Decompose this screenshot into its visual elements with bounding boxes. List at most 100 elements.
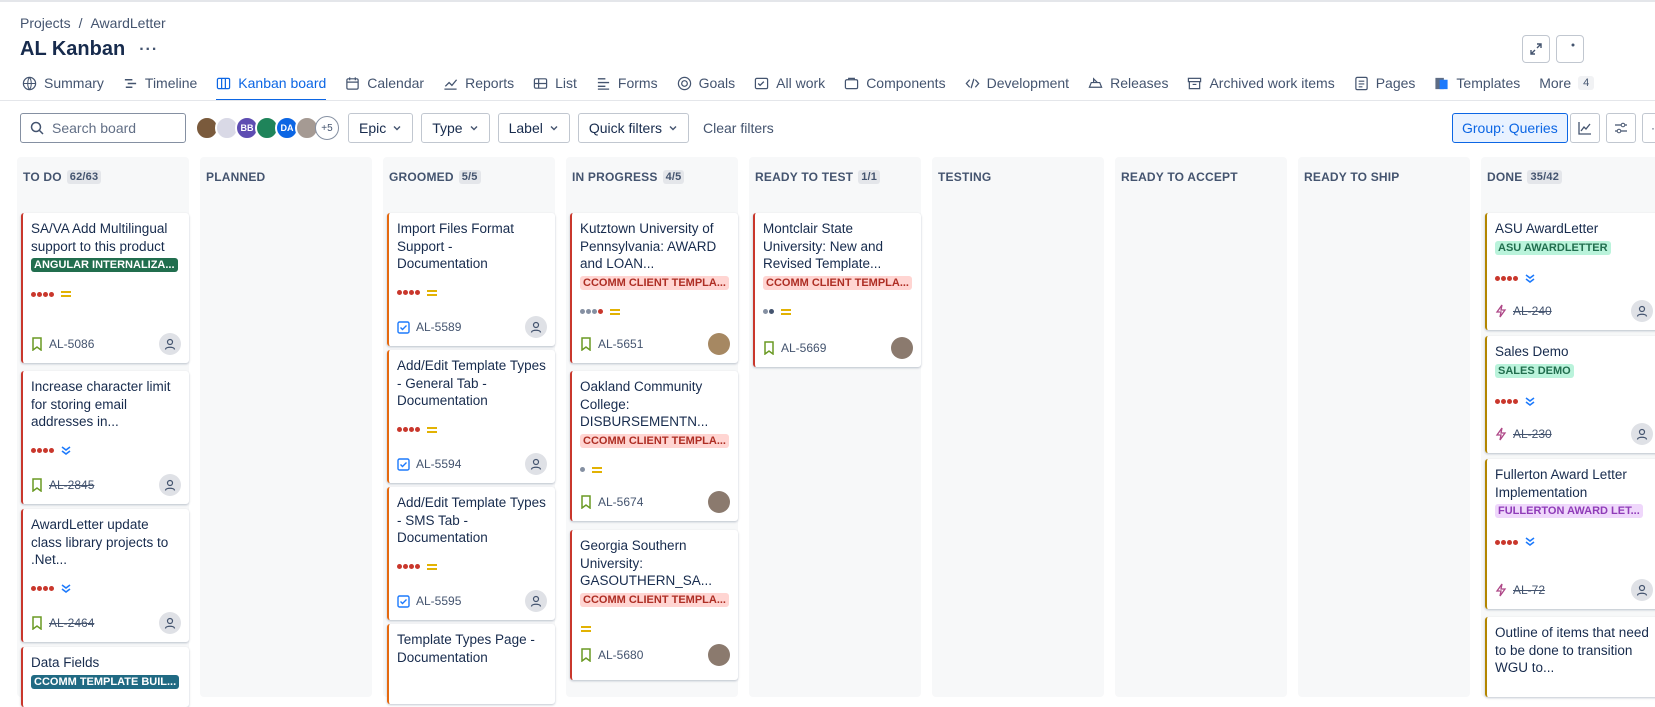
unassigned-avatar[interactable]	[525, 316, 547, 338]
card-title: Template Types Page - Documentation	[397, 632, 535, 665]
tab-components[interactable]: Components	[844, 70, 946, 96]
issue-key[interactable]: AL-5589	[416, 320, 519, 334]
unassigned-avatar[interactable]	[159, 612, 181, 634]
work-item-card[interactable]: Montclair State University: New and Revi…	[753, 213, 921, 367]
more-actions-button[interactable]: ···	[139, 41, 158, 59]
board-more-button[interactable]: ···	[1642, 113, 1655, 143]
insights-button[interactable]	[1570, 113, 1600, 143]
issue-key[interactable]: AL-240	[1513, 304, 1625, 318]
priority-medium-icon	[61, 291, 71, 297]
issue-key[interactable]: AL-5680	[598, 648, 702, 662]
tab-more-count: 4	[1578, 76, 1595, 90]
work-item-card[interactable]: Add/Edit Template Types - General Tab - …	[387, 350, 555, 483]
card-footer: AL-5669	[763, 337, 913, 359]
work-item-card[interactable]: Import Files Format Support - Documentat…	[387, 213, 555, 346]
search-input[interactable]: Search board	[20, 113, 186, 143]
story-icon	[764, 341, 774, 355]
tab-archived-work-items[interactable]: Archived work items	[1187, 70, 1335, 96]
card-footer: AL-5595	[397, 590, 547, 612]
breadcrumb-project[interactable]: AwardLetter	[90, 15, 165, 31]
quick-filters-button[interactable]: Quick filters	[577, 113, 689, 143]
page-title: AL Kanban	[20, 38, 126, 60]
type-filter-button[interactable]: Type	[421, 113, 490, 143]
tab-forms[interactable]: Forms	[596, 70, 658, 96]
assignee-avatar[interactable]	[708, 644, 730, 666]
card-footer: AL-5086	[31, 333, 181, 355]
column-header: GROOMED 5/5	[389, 170, 481, 184]
issue-key[interactable]: AL-2845	[49, 478, 153, 492]
clear-filters-button[interactable]: Clear filters	[703, 120, 774, 136]
group-by-button[interactable]: Group: Queries	[1452, 113, 1568, 143]
work-item-card[interactable]: Increase character limit for storing ema…	[21, 371, 189, 504]
story-points-dots	[31, 448, 54, 453]
work-item-card[interactable]: Template Types Page - Documentation	[387, 624, 555, 704]
checklist-icon	[754, 77, 769, 89]
priority-lowest-icon	[1525, 396, 1535, 406]
tab-calendar[interactable]: Calendar	[345, 70, 424, 96]
tab-all-work[interactable]: All work	[754, 70, 825, 96]
work-item-card[interactable]: Data Fields CCOMM TEMPLATE BUIL...	[21, 647, 189, 707]
work-item-card[interactable]: ASU AwardLetter ASU AWARDLETTER AL-240	[1485, 213, 1655, 330]
issue-key[interactable]: AL-5086	[49, 337, 153, 351]
calendar-icon	[346, 76, 359, 90]
column-planned: PLANNED	[200, 157, 372, 697]
view-settings-button[interactable]	[1606, 113, 1636, 143]
tab-timeline[interactable]: Timeline	[123, 70, 197, 96]
assignee-avatar[interactable]	[708, 333, 730, 355]
story-points-dots	[397, 427, 420, 432]
column-name: TO DO	[23, 170, 62, 184]
unassigned-avatar[interactable]	[525, 453, 547, 475]
chevron-down-icon	[393, 126, 401, 131]
assignee-avatar[interactable]	[891, 337, 913, 359]
tab-development[interactable]: Development	[965, 70, 1069, 96]
issue-key[interactable]: AL-5595	[416, 594, 519, 608]
card-footer: AL-5651	[580, 333, 730, 355]
tab-summary[interactable]: Summary	[22, 70, 104, 96]
tab-kanban-board[interactable]: Kanban board	[216, 70, 326, 101]
issue-key[interactable]: AL-5674	[598, 495, 702, 509]
card-title: Oakland Community College: DISBURSEMENTN…	[580, 379, 709, 429]
work-item-card[interactable]: Add/Edit Template Types - SMS Tab - Docu…	[387, 487, 555, 620]
epic-filter-button[interactable]: Epic	[348, 113, 414, 143]
avatar-overflow[interactable]: +5	[315, 116, 339, 140]
tab-reports[interactable]: Reports	[443, 70, 514, 96]
share-button[interactable]	[1556, 35, 1584, 63]
issue-key[interactable]: AL-230	[1513, 427, 1625, 441]
unassigned-avatar[interactable]	[525, 590, 547, 612]
work-item-card[interactable]: Outline of items that need to be done to…	[1485, 617, 1655, 697]
tabs-divider	[0, 100, 1655, 101]
issue-key[interactable]: AL-72	[1513, 583, 1625, 597]
issue-key[interactable]: AL-5669	[781, 341, 885, 355]
column-name: GROOMED	[389, 170, 454, 184]
tab-goals[interactable]: Goals	[677, 70, 735, 96]
tab-templates[interactable]: Templates	[1434, 70, 1520, 96]
breadcrumb-projects[interactable]: Projects	[20, 15, 71, 31]
card-footer: AL-230	[1495, 423, 1653, 445]
tab-releases[interactable]: Releases	[1088, 70, 1168, 96]
unassigned-avatar[interactable]	[1631, 300, 1653, 322]
tab-more[interactable]: More 4	[1539, 70, 1595, 96]
work-item-card[interactable]: Oakland Community College: DISBURSEMENTN…	[570, 371, 738, 521]
unassigned-avatar[interactable]	[1631, 423, 1653, 445]
work-item-card[interactable]: Georgia Southern University: GASOUTHERN_…	[570, 530, 738, 680]
work-item-card[interactable]: AwardLetter update class library project…	[21, 509, 189, 642]
work-item-card[interactable]: Fullerton Award Letter Implementation FU…	[1485, 459, 1655, 609]
unassigned-avatar[interactable]	[1631, 579, 1653, 601]
work-item-card[interactable]: Kutztown University of Pennsylvania: AWA…	[570, 213, 738, 363]
tab-pages[interactable]: Pages	[1354, 70, 1415, 96]
epic-label: SALES DEMO	[1495, 363, 1574, 378]
tab-list[interactable]: List	[533, 70, 577, 96]
assignee-avatar[interactable]	[708, 491, 730, 513]
issue-key[interactable]: AL-2464	[49, 616, 153, 630]
issue-key[interactable]: AL-5651	[598, 337, 702, 351]
work-item-card[interactable]: SA/VA Add Multilingual support to this p…	[21, 213, 189, 363]
label-filter-button[interactable]: Label	[497, 113, 570, 143]
expand-button[interactable]	[1522, 35, 1550, 63]
work-item-card[interactable]: Sales Demo SALES DEMO AL-230	[1485, 336, 1655, 453]
story-icon	[581, 648, 591, 662]
priority-lowest-icon	[1525, 273, 1535, 283]
unassigned-avatar[interactable]	[159, 474, 181, 496]
tab-label: Timeline	[144, 75, 198, 91]
issue-key[interactable]: AL-5594	[416, 457, 519, 471]
unassigned-avatar[interactable]	[159, 333, 181, 355]
